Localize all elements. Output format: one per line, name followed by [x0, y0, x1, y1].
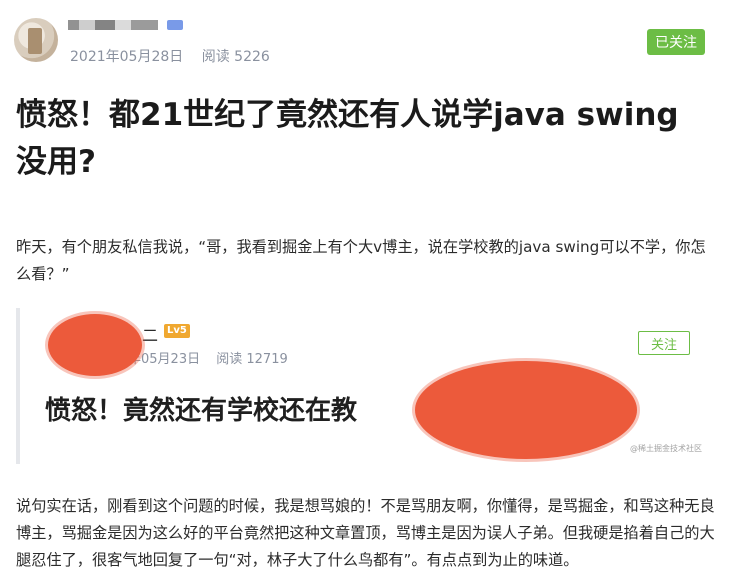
article-title: 愤怒！都21世纪了竟然还有人说学java swing没用?: [16, 97, 679, 180]
followed-button[interactable]: 已关注: [647, 29, 705, 55]
article-paragraph-1: 昨天，有个朋友私信我说，“哥，我看到掘金上有个大v博主，说在学校教的java s…: [16, 238, 706, 283]
author-avatar[interactable]: [14, 18, 58, 62]
author-level-badge-blurred: [167, 20, 183, 30]
shot-watermark: @稀土掘金技术社区: [630, 444, 702, 453]
read-label: 阅读: [201, 49, 230, 65]
redaction-mark-title: [415, 361, 637, 459]
shot-read-label: 阅读: [216, 352, 243, 367]
read-count: 5226: [234, 49, 270, 65]
avatar-image-mark: [28, 28, 42, 54]
redaction-mark-avatar: [48, 314, 142, 376]
article-meta: 2021年05月28日 阅读 5226: [70, 46, 270, 66]
shot-level-badge: Lv5: [164, 324, 190, 338]
shot-article-title: 愤怒！竟然还有学校还在教: [45, 396, 358, 426]
shot-follow-button: 关注: [638, 331, 690, 355]
shot-read-count: 12719: [246, 352, 288, 367]
article-paragraph-2: 说句实在话，刚看到这个问题的时候，我是想骂娘的！不是骂朋友啊，你懂得，是骂掘金，…: [16, 497, 715, 569]
shot-author-name: 二: [142, 326, 159, 345]
publish-date: 2021年05月28日: [70, 49, 184, 65]
shot-meta: 年05月23日 阅读 12719: [128, 348, 288, 367]
author-name-blurred[interactable]: [68, 20, 158, 30]
embedded-screenshot-image: 二 Lv5 年05月23日 阅读 12719 关注 愤怒！竟然还有学校还在教 @…: [16, 308, 716, 464]
